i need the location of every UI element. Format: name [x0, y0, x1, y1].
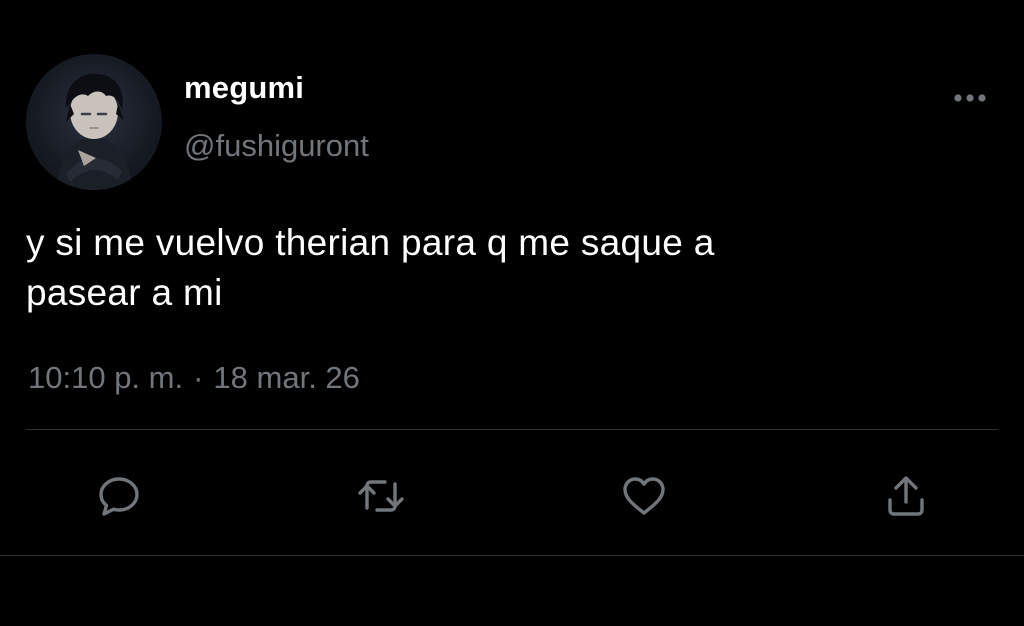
- avatar-image: [56, 73, 132, 190]
- divider: [26, 429, 998, 430]
- more-options-button[interactable]: [948, 84, 992, 112]
- more-horizontal-icon: [952, 93, 988, 103]
- reply-button[interactable]: [91, 468, 147, 524]
- tweet-timestamp[interactable]: 10:10 p. m. · 18 mar. 26: [28, 360, 360, 396]
- heart-icon: [621, 475, 667, 517]
- timestamp-separator: ·: [193, 360, 204, 395]
- tweet-text-line: y si me vuelvo therian para q me saque a: [26, 222, 715, 263]
- divider: [0, 555, 1024, 556]
- tweet-text-line: pasear a mi: [26, 272, 223, 313]
- share-button[interactable]: [878, 468, 934, 524]
- author-display-name[interactable]: megumi: [184, 70, 304, 106]
- retweet-icon: [357, 476, 405, 516]
- avatar[interactable]: [26, 54, 162, 190]
- tweet-date: 18 mar. 26: [213, 360, 360, 395]
- tweet-text: y si me vuelvo therian para q me saque a…: [26, 218, 986, 318]
- share-upload-icon: [885, 474, 927, 518]
- tweet-time: 10:10 p. m.: [28, 360, 184, 395]
- retweet-button[interactable]: [353, 468, 409, 524]
- reply-bubble-icon: [97, 475, 141, 517]
- like-button[interactable]: [616, 468, 672, 524]
- tweet-detail: megumi @fushiguront y si me vuelvo theri…: [0, 0, 1024, 626]
- author-handle[interactable]: @fushiguront: [184, 128, 369, 164]
